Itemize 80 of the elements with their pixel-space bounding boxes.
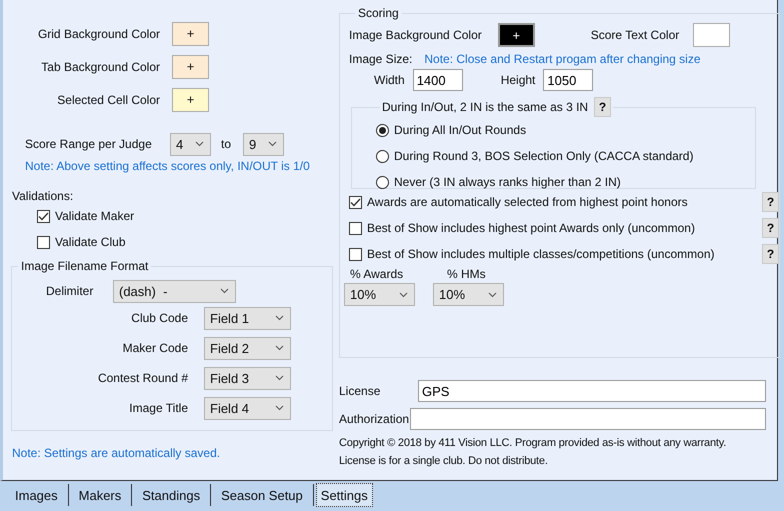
- tab[interactable]: Images: [5, 484, 69, 506]
- validations-label: Validations:: [11, 189, 74, 203]
- help-button[interactable]: ?: [594, 97, 612, 117]
- group-title: During In/Out, 2 IN is the same as 3 IN: [382, 100, 588, 114]
- group-title: Scoring: [357, 6, 400, 20]
- delimiter-dropdown[interactable]: (dash) -: [113, 280, 236, 302]
- license-label: License: [339, 384, 382, 398]
- width-label: Width: [374, 73, 405, 87]
- score-text-label: Score Text Color: [590, 28, 680, 42]
- height-field[interactable]: 1050: [543, 69, 594, 91]
- image-size-label: Image Size:: [349, 52, 412, 66]
- color-label: Tab Background Color: [40, 60, 160, 74]
- checkbox[interactable]: [349, 222, 362, 234]
- checkbox[interactable]: [349, 196, 362, 208]
- checkbox-label: Awards are automatically selected from highest point honors: [367, 195, 689, 209]
- radio-button[interactable]: [376, 124, 389, 136]
- field-dropdown[interactable]: Field 1: [204, 306, 291, 330]
- tab[interactable]: Settings: [316, 483, 373, 507]
- image-size-note: Note: Close and Restart progam after changing size: [424, 52, 701, 66]
- chevron-icon: [268, 141, 277, 147]
- tab[interactable]: Season Setup: [211, 484, 314, 506]
- radio-button[interactable]: [376, 150, 389, 162]
- group-title: Image Filename Format: [20, 259, 150, 273]
- help-button[interactable]: ?: [762, 244, 779, 264]
- image-background-label: Image Background Color: [349, 28, 482, 42]
- color-button[interactable]: [693, 23, 730, 47]
- chevron-icon: [399, 292, 408, 298]
- color-button[interactable]: +: [172, 88, 209, 112]
- color-button[interactable]: +: [172, 54, 209, 78]
- field-dropdown[interactable]: Field 4: [204, 396, 291, 420]
- color-label: Grid Background Color: [36, 26, 160, 40]
- radio-label: During All In/Out Rounds: [394, 123, 526, 137]
- field-label: Image Title: [128, 401, 188, 415]
- authorization-label: Authorization: [339, 412, 410, 426]
- score-note: Note: Above setting affects scores only, IN/OUT is 1/0: [24, 159, 311, 173]
- from-dropdown[interactable]: 4: [170, 132, 211, 156]
- chevron-icon: [488, 292, 497, 298]
- tab[interactable]: Makers: [68, 484, 132, 506]
- delimiter-label: Delimiter: [46, 284, 94, 298]
- field-label: Club Code: [130, 311, 188, 325]
- field-label: Maker Code: [122, 341, 188, 355]
- checkbox-label: Best of Show includes multiple classes/competitions (uncommon): [367, 247, 716, 261]
- height-label: Height: [500, 73, 536, 87]
- width-field[interactable]: 1400: [412, 69, 463, 91]
- checkbox-label: Validate Maker: [55, 209, 134, 223]
- field-dropdown[interactable]: Field 2: [204, 336, 291, 360]
- checkbox[interactable]: [37, 210, 50, 222]
- copyright-text: Copyright © 2018 by 411 Vision LLC. Program provided as-is without any warranty.: [339, 437, 728, 449]
- tab[interactable]: Standings: [132, 484, 212, 506]
- help-button[interactable]: ?: [762, 218, 779, 238]
- awards-dropdown[interactable]: 10%: [344, 283, 415, 306]
- field-label: Contest Round #: [96, 371, 188, 385]
- checkbox-label: Best of Show includes highest point Awards only (uncommon): [367, 221, 696, 235]
- hms-dropdown[interactable]: 10%: [433, 283, 504, 306]
- chevron-icon: [275, 375, 284, 381]
- awards-label: % Awards: [349, 267, 404, 281]
- checkbox-label: Validate Club: [55, 235, 126, 249]
- chevron-icon: [275, 405, 284, 411]
- score-range-label: Score Range per Judge: [25, 137, 153, 151]
- license-field[interactable]: GPS: [418, 380, 766, 402]
- chevron-icon: [195, 141, 204, 147]
- license-note: License is for a single club. Do not distribute.: [339, 455, 549, 467]
- chevron-icon: [220, 288, 229, 294]
- color-button[interactable]: +: [172, 22, 209, 46]
- radio-label: Never (3 IN always ranks higher than 2 IN): [394, 175, 621, 189]
- radio-label: During Round 3, BOS Selection Only (CACCA standard): [394, 149, 694, 163]
- to-label: to: [221, 137, 232, 151]
- help-button[interactable]: ?: [762, 192, 779, 212]
- field-dropdown[interactable]: Field 3: [204, 366, 291, 390]
- chevron-icon: [275, 345, 284, 351]
- color-label: Selected Cell Color: [56, 92, 160, 106]
- chevron-icon: [275, 315, 284, 321]
- checkbox[interactable]: [349, 248, 362, 260]
- authorization-field[interactable]: [410, 408, 766, 430]
- color-button[interactable]: +: [498, 23, 535, 47]
- hms-label: % HMs: [446, 267, 487, 281]
- to-dropdown[interactable]: 9: [243, 132, 284, 156]
- checkbox[interactable]: [37, 236, 50, 248]
- radio-button[interactable]: [376, 176, 389, 188]
- autosave-note: Note: Settings are automatically saved.: [11, 446, 222, 460]
